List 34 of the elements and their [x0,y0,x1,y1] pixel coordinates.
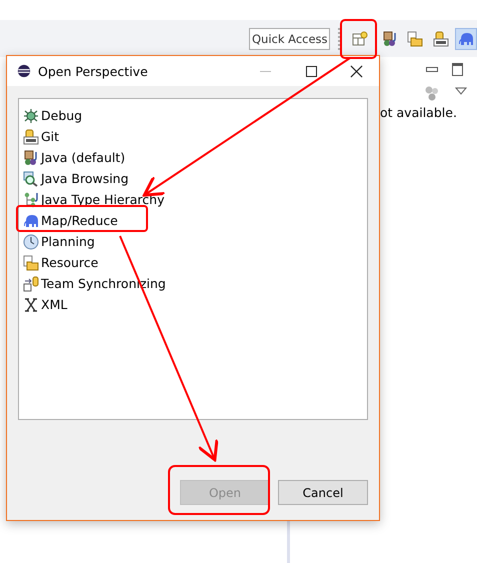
perspective-item[interactable]: Planning [23,231,367,252]
view-message: ot available. [380,105,457,120]
view-menu-icon[interactable] [455,87,467,95]
perspective-button[interactable] [455,28,477,50]
elephant-icon [458,30,474,46]
magnifier-icon [23,170,39,186]
git-repository-icon [432,30,448,46]
perspective-item[interactable]: Java Browsing [23,168,367,189]
java-perspective-icon [382,30,398,46]
window-title: Open Perspective [38,64,149,78]
perspective-item[interactable]: Map/Reduce [23,210,367,231]
maximize-icon[interactable] [452,62,463,76]
perspective-item[interactable]: Resource [23,252,367,273]
perspective-item[interactable]: Debug [23,105,367,126]
gears-icon [424,85,440,101]
sync-icon [23,276,39,292]
folder-icon [23,254,39,270]
elephant-icon [23,212,39,228]
xml-icon [23,296,39,312]
perspective-item[interactable]: Git [23,126,367,147]
quick-access-field[interactable]: Quick Access [249,28,330,50]
eclipse-logo-icon [17,64,31,78]
hierarchy-icon [23,192,39,208]
dialog-button[interactable]: Cancel [278,480,368,505]
minimize-icon[interactable] [426,66,438,72]
highlight-frame [340,19,377,59]
folder-icon [407,30,424,46]
java-perspective-icon [23,150,39,166]
bug-icon [23,108,39,124]
clock-icon [23,234,39,250]
perspective-item[interactable]: XML [23,294,367,315]
git-repository-icon [23,128,39,144]
perspective-item[interactable]: Java (default) [23,147,367,168]
open-perspective-icon [352,30,368,46]
